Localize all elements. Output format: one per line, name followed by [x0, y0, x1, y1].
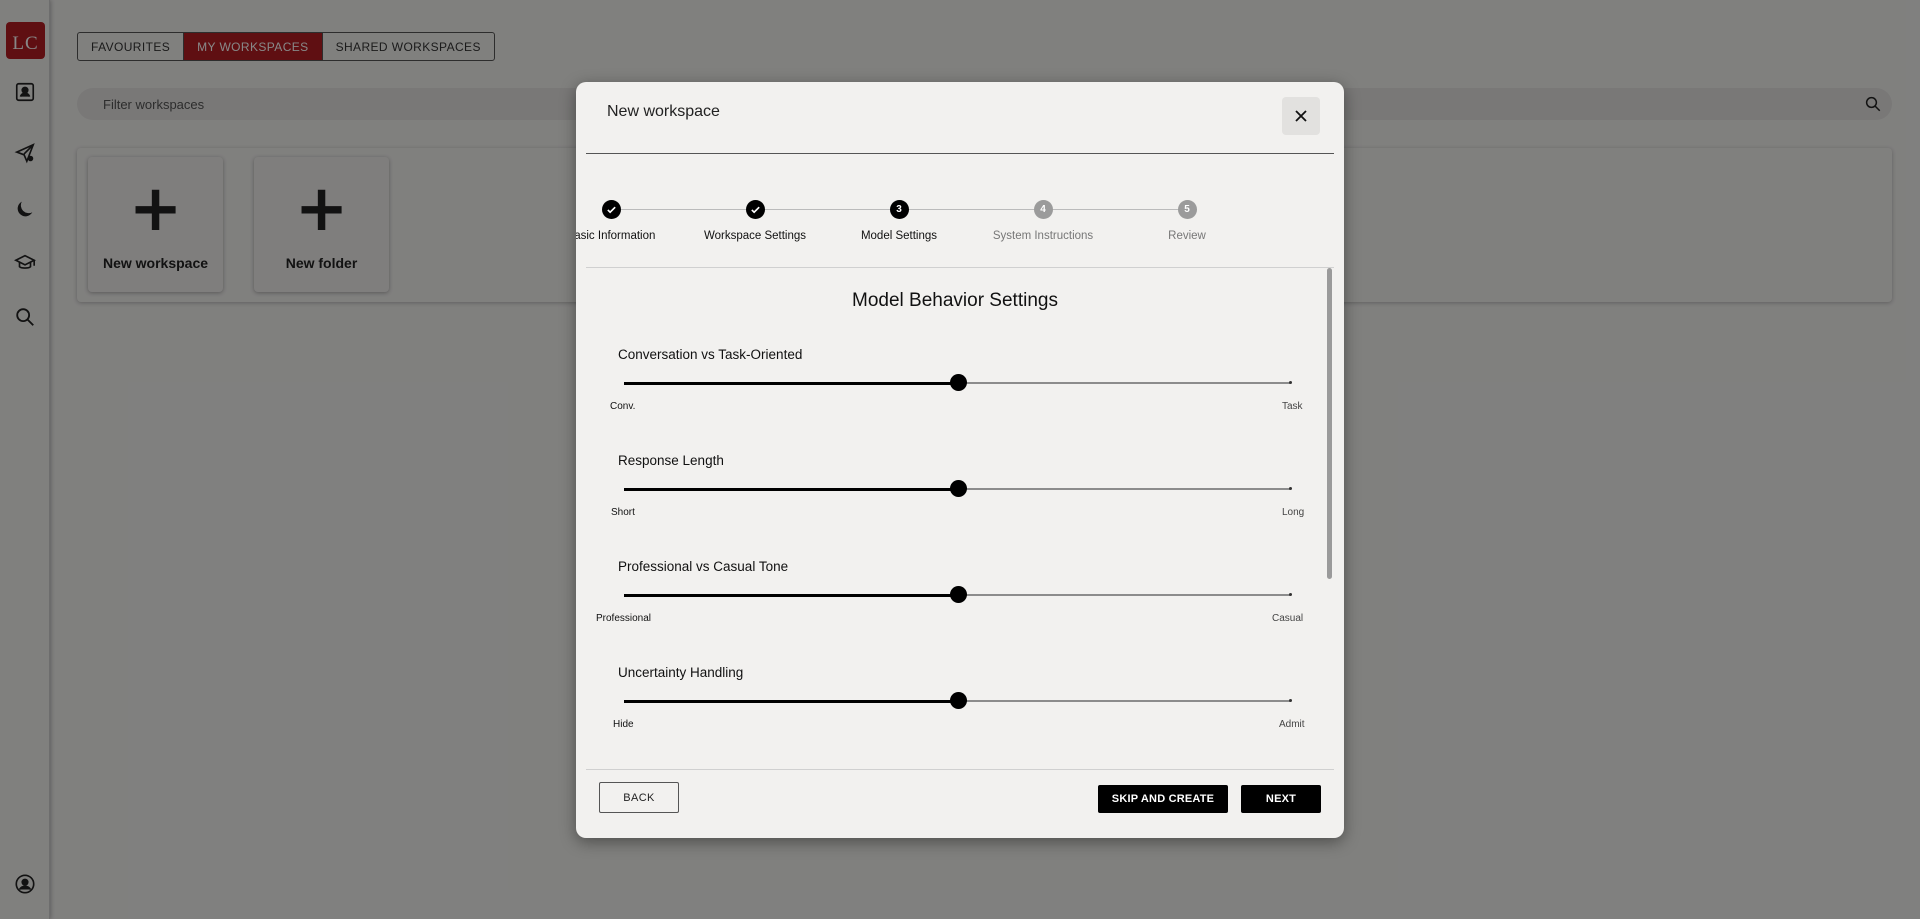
content-scrollbar[interactable]: [1327, 268, 1332, 579]
step-number: 4: [1033, 200, 1053, 219]
slider-fill: [624, 487, 958, 491]
step-workspace-settings[interactable]: Workspace Settings: [685, 200, 825, 242]
slider-end-mark: [1289, 699, 1292, 702]
slider-max-label: Task: [1282, 401, 1303, 412]
step-system-instructions[interactable]: 4 System Instructions: [973, 200, 1113, 242]
step-label: System Instructions: [992, 230, 1094, 242]
slider-track[interactable]: [624, 374, 1292, 391]
skip-and-create-button[interactable]: SKIP AND CREATE: [1098, 785, 1228, 813]
section-title: Model Behavior Settings: [852, 290, 1058, 311]
slider-response-length: Response Length Short Long: [586, 453, 1324, 533]
slider-title: Conversation vs Task-Oriented: [618, 347, 803, 362]
close-icon: [1295, 110, 1307, 122]
step-review[interactable]: 5 Review: [1117, 200, 1257, 242]
slider-track[interactable]: [624, 692, 1292, 709]
slider-thumb[interactable]: [949, 374, 967, 391]
slider-max-label: Admit: [1279, 719, 1305, 730]
slider-title: Uncertainty Handling: [618, 665, 744, 680]
slider-thumb[interactable]: [949, 692, 967, 709]
step-label: Basic Information: [576, 230, 656, 242]
slider-end-mark: [1289, 381, 1292, 384]
slider-end-mark: [1289, 593, 1292, 596]
close-button[interactable]: [1282, 97, 1320, 135]
slider-fill: [624, 381, 958, 385]
slider-fill: [624, 699, 958, 703]
slider-thumb[interactable]: [949, 480, 967, 497]
slider-uncertainty-handling: Uncertainty Handling Hide Admit: [586, 665, 1324, 745]
slider-professional-casual: Professional vs Casual Tone Professional…: [586, 559, 1324, 639]
stepper: Basic Information Workspace Settings 3 M…: [576, 200, 1331, 250]
back-button[interactable]: BACK: [599, 782, 679, 813]
check-icon: [745, 200, 765, 219]
step-model-settings[interactable]: 3 Model Settings: [829, 200, 969, 242]
slider-end-mark: [1289, 487, 1292, 490]
slider-min-label: Professional: [596, 613, 652, 624]
new-workspace-modal: New workspace Basic Information Workspac…: [576, 82, 1344, 838]
slider-max-label: Long: [1282, 507, 1305, 518]
slider-max-label: Casual: [1272, 613, 1304, 624]
next-button[interactable]: NEXT: [1241, 785, 1321, 813]
check-icon: [601, 200, 621, 219]
slider-title: Response Length: [618, 453, 724, 468]
slider-fill: [624, 593, 958, 597]
step-number: 3: [889, 200, 909, 219]
step-label: Model Settings: [860, 230, 938, 242]
divider: [586, 153, 1334, 154]
slider-conversation-task: Conversation vs Task-Oriented Conv. Task: [586, 347, 1324, 427]
step-label: Workspace Settings: [703, 230, 807, 242]
divider: [586, 769, 1334, 770]
slider-min-label: Conv.: [610, 401, 636, 412]
step-number: 5: [1177, 200, 1197, 219]
slider-title: Professional vs Casual Tone: [618, 559, 789, 574]
slider-min-label: Hide: [613, 719, 634, 730]
slider-thumb[interactable]: [949, 586, 967, 603]
slider-track[interactable]: [624, 480, 1292, 497]
model-settings-content[interactable]: Model Behavior Settings Conversation vs …: [586, 268, 1324, 770]
slider-track[interactable]: [624, 586, 1292, 603]
step-label: Review: [1168, 230, 1206, 242]
modal-title: New workspace: [607, 103, 720, 120]
slider-min-label: Short: [611, 507, 635, 518]
step-basic-information[interactable]: Basic Information: [576, 200, 681, 242]
